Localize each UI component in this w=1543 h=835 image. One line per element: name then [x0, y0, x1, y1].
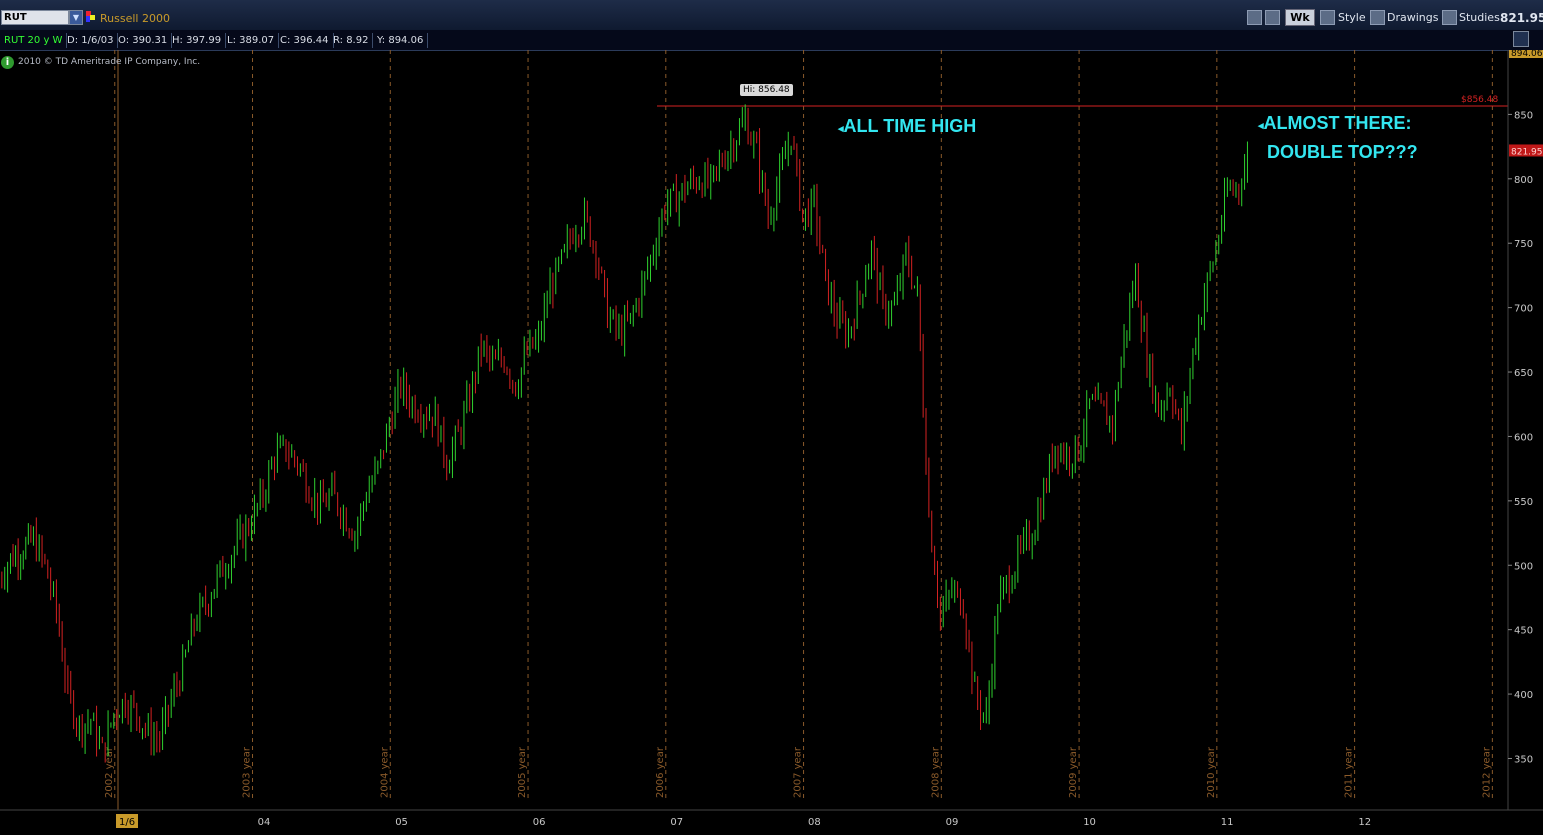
year-label: 2011 year — [1344, 746, 1355, 798]
y-tick-label: 850 — [1514, 110, 1533, 121]
x-tick-label: 09 — [946, 817, 959, 828]
year-label: 2005 year — [517, 746, 528, 798]
candles: $856.48 — [1, 95, 1508, 763]
year-label: 2010 year — [1206, 746, 1217, 798]
x-tick-label: 12 — [1358, 817, 1371, 828]
y-axis: 350 400 450 500 550 600 650 700 750 800 850 894.06 8… — [1507, 50, 1543, 810]
studies-icon[interactable] — [1442, 10, 1457, 25]
style-icon[interactable] — [1320, 10, 1335, 25]
chart-settings-icon[interactable] — [1513, 31, 1529, 47]
x-tick-label: 07 — [670, 817, 683, 828]
copyright: 2010 © TD Ameritrade IP Company, Inc. — [18, 57, 201, 67]
y-tick-label: 600 — [1514, 432, 1533, 443]
crosshair-icon[interactable] — [1247, 10, 1262, 25]
hi-tag: $856.48 — [1461, 95, 1498, 105]
hi-label: Hi: 856.48 — [740, 84, 793, 97]
x-tick-label: 06 — [533, 817, 546, 828]
year-label: 2006 year — [655, 746, 666, 798]
last-price-tag-label: 821.95 — [1511, 147, 1543, 157]
price-chart[interactable]: 2002 year 2003 year 2004 year 2005 year 2006… — [0, 50, 1543, 835]
info-low: L: 389.07 — [223, 33, 280, 48]
y-tick-label: 500 — [1514, 561, 1533, 572]
year-label: 2008 year — [930, 746, 941, 798]
symbol-dropdown-icon[interactable]: ▼ — [69, 10, 83, 25]
year-label: 2004 year — [379, 746, 390, 798]
drawings-button[interactable]: Drawings — [1387, 10, 1438, 26]
info-high: H: 397.99 — [168, 33, 227, 48]
year-label: 2003 year — [242, 746, 253, 798]
aggregation-button[interactable]: Wk — [1285, 9, 1315, 26]
annotation-all-time-high: ◂ALL TIME HIGH — [838, 116, 977, 136]
y-tick-label: 350 — [1514, 754, 1533, 765]
zoom-icon[interactable] — [1265, 10, 1280, 25]
x-tick-label: 11 — [1221, 817, 1234, 828]
x-tick-label: 10 — [1083, 817, 1096, 828]
x-tick-label: 08 — [808, 817, 821, 828]
info-y: Y: 894.06 — [373, 33, 429, 48]
info-date: D: 1/6/03 — [63, 33, 119, 48]
y-top-tag-label: 894.06 — [1511, 50, 1543, 59]
symbol-description: Russell 2000 — [100, 12, 170, 25]
info-open: O: 390.31 — [114, 33, 173, 48]
y-tick-label: 450 — [1514, 626, 1533, 637]
x-tick-label: 05 — [395, 817, 408, 828]
symbol-input[interactable]: RUT — [1, 10, 69, 25]
drawings-icon[interactable] — [1370, 10, 1385, 25]
x-axis: 1/6 04 05 06 07 08 09 10 11 12 — [0, 809, 1543, 828]
info-icon[interactable]: i — [1, 56, 14, 69]
y-tick-label: 800 — [1514, 175, 1533, 186]
style-button[interactable]: Style — [1338, 10, 1366, 26]
x-tick-label: 1/6 — [119, 817, 135, 828]
symbol-flag-icon — [86, 11, 95, 22]
info-range: R: 8.92 — [329, 33, 374, 48]
year-label: 2009 year — [1068, 746, 1079, 798]
y-tick-label: 750 — [1514, 239, 1533, 250]
year-label: 2007 year — [793, 746, 804, 798]
last-price: 821.95 — [1500, 11, 1543, 25]
year-label: 2012 year — [1481, 746, 1492, 798]
y-tick-label: 650 — [1514, 368, 1533, 379]
y-tick-label: 700 — [1514, 304, 1533, 315]
y-tick-label: 550 — [1514, 497, 1533, 508]
x-tick-label: 04 — [258, 817, 271, 828]
study-label: RUT 20 y W — [0, 33, 68, 48]
y-tick-label: 400 — [1514, 690, 1533, 701]
studies-button[interactable]: Studies — [1459, 10, 1500, 26]
annotation-double-top: ◂ALMOST THERE: DOUBLE TOP??? — [1258, 113, 1418, 162]
top-toolbar: RUT ▼ Russell 2000 Wk Style Drawings Stu… — [0, 0, 1543, 31]
info-close: C: 396.44 — [276, 33, 334, 48]
